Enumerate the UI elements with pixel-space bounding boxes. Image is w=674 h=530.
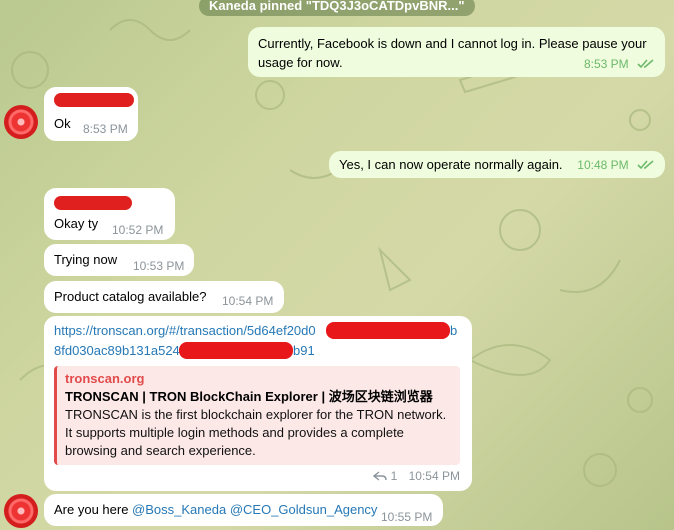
- message-time: 10:55 PM: [381, 510, 433, 524]
- message-incoming[interactable]: Okay ty 10:52 PM: [44, 188, 175, 240]
- message-meta: 8:53 PM: [584, 55, 655, 74]
- message-incoming[interactable]: Are you here @Boss_Kaneda @CEO_Goldsun_A…: [44, 494, 443, 526]
- redacted-link-part: [179, 342, 293, 359]
- message-link-line[interactable]: 8fd030ac89b131a524: [54, 341, 180, 360]
- message-incoming-link[interactable]: https://tronscan.org/#/transaction/5d64e…: [44, 316, 472, 491]
- message-meta: 1 10:54 PM: [373, 467, 460, 486]
- message-link-line[interactable]: https://tronscan.org/#/transaction/5d64e…: [54, 321, 316, 340]
- message-time: 10:54 PM: [408, 469, 460, 483]
- message-incoming[interactable]: Ok 8:53 PM: [44, 87, 138, 141]
- message-text: Okay ty: [54, 216, 99, 231]
- sender-avatar[interactable]: [4, 494, 38, 528]
- preview-title: TRONSCAN | TRON BlockChain Explorer | 波场…: [65, 389, 433, 404]
- read-checkmarks-icon: [637, 59, 654, 69]
- mention-link[interactable]: @CEO_Goldsun_Agency: [230, 502, 378, 517]
- message-time: 10:52 PM: [112, 223, 164, 237]
- message-incoming[interactable]: Trying now 10:53 PM: [44, 244, 194, 276]
- sender-avatar[interactable]: [4, 105, 38, 139]
- message-incoming[interactable]: Product catalog available? 10:54 PM: [44, 281, 284, 313]
- message-text: Trying now: [54, 252, 118, 267]
- link-preview-card[interactable]: tronscan.org TRONSCAN | TRON BlockChain …: [54, 366, 460, 465]
- pinned-message-banner[interactable]: Kaneda pinned "TDQ3J3oCATDpvBNR...": [199, 0, 475, 16]
- reply-arrow-icon[interactable]: [373, 471, 387, 481]
- message-outgoing[interactable]: Yes, I can now operate normally again. 1…: [329, 151, 665, 178]
- message-meta: 10:48 PM: [577, 156, 655, 175]
- message-text-prefix: Are you here: [54, 502, 133, 517]
- preview-site-name: tronscan.org: [65, 371, 145, 386]
- message-time: 10:53 PM: [133, 259, 185, 273]
- message-text: Are you here @Boss_Kaneda @CEO_Goldsun_A…: [54, 500, 377, 519]
- message-time: 10:54 PM: [222, 294, 274, 308]
- transaction-link[interactable]: https://tronscan.org/#/transaction/5d64e…: [54, 323, 316, 338]
- sender-name-redacted: [54, 93, 134, 107]
- preview-description: TRONSCAN is the first blockchain explore…: [65, 407, 447, 458]
- mention-link[interactable]: @Boss_Kaneda: [132, 502, 226, 517]
- reply-count[interactable]: 1: [391, 469, 398, 483]
- message-time: 10:48 PM: [577, 158, 629, 172]
- message-outgoing[interactable]: Currently, Facebook is down and I cannot…: [248, 27, 665, 77]
- transaction-link[interactable]: 8fd030ac89b131a524: [54, 343, 180, 358]
- transaction-link-tail[interactable]: b91: [293, 341, 315, 360]
- message-time: 8:53 PM: [83, 122, 128, 136]
- read-checkmarks-icon: [637, 160, 654, 170]
- sender-name-redacted: [54, 196, 132, 210]
- message-text: Ok: [54, 116, 71, 131]
- transaction-link-tail[interactable]: b: [450, 321, 457, 340]
- redacted-link-part: [326, 322, 450, 339]
- message-text: Yes, I can now operate normally again.: [339, 157, 563, 172]
- message-time: 8:53 PM: [583, 57, 629, 71]
- message-text: Product catalog available?: [54, 289, 207, 304]
